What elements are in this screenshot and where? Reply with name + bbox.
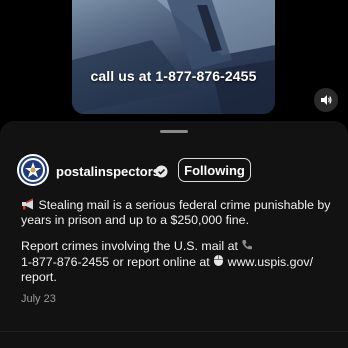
video-player[interactable]: call us at 1-877-876-2455 xyxy=(72,0,275,114)
website-link[interactable]: www.uspis.gov/ xyxy=(228,255,313,269)
account-username[interactable]: postalinspectors xyxy=(56,164,160,179)
description-text-1: Stealing mail is a serious federal crime… xyxy=(21,198,331,227)
post-details-sheet: postalinspectors Following Stealing mail… xyxy=(0,121,348,348)
post-description: Stealing mail is a serious federal crime… xyxy=(21,198,339,285)
uspis-seal-logo xyxy=(18,155,48,185)
description-text-2b: 1-877-876-2455 or report online at xyxy=(21,255,210,269)
video-frame-art xyxy=(72,0,275,114)
following-button[interactable]: Following xyxy=(178,158,251,182)
divider xyxy=(0,331,348,332)
mute-toggle-button[interactable] xyxy=(314,88,338,112)
telephone-icon xyxy=(242,240,253,250)
megaphone-icon xyxy=(22,198,33,210)
post-date: July 23 xyxy=(21,293,56,305)
description-text-2d: report. xyxy=(21,270,57,284)
volume-icon xyxy=(321,95,332,105)
video-caption: call us at 1-877-876-2455 xyxy=(90,68,257,84)
verified-badge-icon xyxy=(155,165,168,178)
computer-mouse-icon xyxy=(214,255,224,266)
description-paragraph-1: Stealing mail is a serious federal crime… xyxy=(21,198,339,228)
app-screen: call us at 1-877-876-2455 postalinspecto… xyxy=(0,0,348,348)
description-text-2a: Report crimes involving the U.S. mail at xyxy=(21,239,238,253)
sheet-drag-handle[interactable] xyxy=(160,130,188,133)
description-paragraph-2: Report crimes involving the U.S. mail at… xyxy=(21,239,339,285)
avatar[interactable] xyxy=(17,154,49,186)
